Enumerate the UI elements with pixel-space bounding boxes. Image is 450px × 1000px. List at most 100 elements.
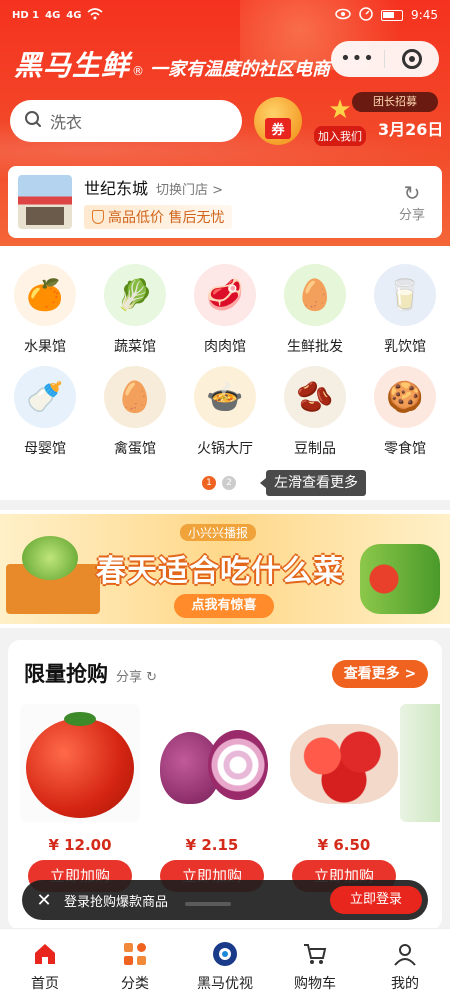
flash-sale-header: 限量抢购 分享 ↻	[24, 658, 157, 688]
product-card[interactable]: ¥ 6.50 立即加购	[284, 704, 404, 892]
view-more-button[interactable]: 查看更多 >	[332, 660, 428, 688]
banner-subtitle: 小兴兴播报	[180, 524, 257, 541]
brand-name: 黑马生鲜	[14, 49, 131, 82]
vegetables-illustration	[360, 544, 440, 614]
store-name: 世纪东城	[84, 179, 149, 198]
pager-dot-active: 1	[202, 476, 216, 490]
battery-icon	[381, 9, 404, 21]
store-tagline: 高品低价 售后无忧	[84, 205, 233, 229]
category-label: 乳饮馆	[384, 339, 426, 355]
category-item[interactable]: 🫘 豆制品	[270, 366, 360, 468]
signal-icon-2: 4G	[66, 9, 82, 21]
coupon-button[interactable]: 券	[254, 97, 302, 145]
tab-cart[interactable]: 购物车	[270, 929, 360, 1000]
product-image[interactable]	[284, 704, 404, 822]
store-info: 世纪东城 切换门店 > 高品低价 售后无忧	[84, 175, 392, 229]
category-item[interactable]: 🥛 乳饮馆	[360, 264, 450, 366]
tab-label: 分类	[121, 976, 149, 992]
bottom-tab-bar: 首页 分类 黑马优视 购物车 我的	[0, 928, 450, 1000]
tab-video[interactable]: 黑马优视	[180, 929, 270, 1000]
login-toast: ✕ 登录抢购爆款商品 立即登录	[22, 880, 428, 920]
speed-icon	[359, 6, 373, 24]
coupon-label: 券	[265, 118, 291, 139]
category-item[interactable]: 🥩 肉肉馆	[180, 264, 270, 366]
category-grid: 🍊 水果馆 🥬 蔬菜馆 🥩 肉肉馆 🥚 生鲜批发 🥛 乳饮馆 🍼 母婴馆 🥚 禽蛋馆 🍲 火锅大厅 🫘 豆制品 🍪 零…	[0, 246, 450, 468]
date-label: 3月26日	[378, 120, 444, 139]
category-item[interactable]: 🥚 生鲜批发	[270, 264, 360, 366]
flash-share-button[interactable]: 分享 ↻	[116, 666, 157, 685]
product-card[interactable]: ¥ 2.15 立即加购	[152, 704, 272, 892]
join-us-label: 加入我们	[314, 126, 366, 146]
tab-label: 黑马优视	[197, 976, 253, 992]
close-miniprogram-button[interactable]	[385, 49, 438, 69]
video-icon	[180, 939, 270, 969]
meat-icon: 🥩	[194, 264, 256, 326]
leader-recruit-button[interactable]: 团长招募	[352, 92, 438, 112]
brand-logo: 黑马生鲜 ® 一家有温度的社区电商	[14, 44, 330, 84]
product-price: ¥ 12.00	[48, 836, 112, 854]
wifi-icon	[87, 7, 103, 23]
shield-icon	[92, 210, 104, 224]
brand-slogan: 一家有温度的社区电商	[150, 59, 331, 80]
category-item[interactable]: 🥬 蔬菜馆	[90, 264, 180, 366]
more-options-button[interactable]: •••	[331, 50, 384, 68]
product-image[interactable]	[152, 704, 272, 822]
status-bar: HD 1 4G 4G 9:45	[0, 0, 450, 30]
category-item[interactable]: 🍲 火锅大厅	[180, 366, 270, 468]
category-label: 肉肉馆	[204, 339, 246, 355]
tab-home[interactable]: 首页	[0, 929, 90, 1000]
search-input[interactable]: 洗衣	[50, 109, 82, 133]
product-image[interactable]	[20, 704, 140, 822]
vegetable-icon: 🥬	[104, 264, 166, 326]
cabbage-illustration	[22, 536, 78, 580]
category-label: 水果馆	[24, 339, 66, 355]
banner-cta-button[interactable]: 点我有惊喜	[174, 594, 274, 618]
profile-icon	[360, 939, 450, 969]
pager-dot: 2	[222, 476, 236, 490]
tofu-icon: 🫘	[284, 366, 346, 428]
login-button[interactable]: 立即登录	[330, 886, 422, 914]
scroll-indicator	[185, 902, 231, 906]
tagline-text: 高品低价 售后无忧	[108, 210, 225, 226]
tab-label: 购物车	[294, 976, 336, 992]
refresh-icon: ↻	[146, 670, 158, 685]
baby-icon: 🍼	[14, 366, 76, 428]
product-card-partial[interactable]	[400, 704, 440, 822]
tab-category[interactable]: 分类	[90, 929, 180, 1000]
flash-share-label: 分享	[116, 670, 143, 685]
toast-message: 登录抢购爆款商品	[64, 894, 169, 910]
egg-icon: 🥚	[104, 366, 166, 428]
flash-sale-title: 限量抢购	[24, 662, 108, 686]
search-icon	[24, 110, 42, 132]
switch-store-link[interactable]: 切换门店 >	[156, 179, 223, 198]
miniprogram-capsule: •••	[331, 41, 439, 77]
promo-banner[interactable]: 小兴兴播报 春天适合吃什么菜 点我有惊喜	[0, 510, 450, 628]
search-bar[interactable]: 洗衣	[10, 100, 242, 142]
eggs-wholesale-icon: 🥚	[284, 264, 346, 326]
home-icon	[0, 939, 90, 969]
milk-icon: 🥛	[374, 264, 436, 326]
share-button[interactable]: ↻ 分享	[392, 182, 432, 223]
category-item[interactable]: 🍼 母婴馆	[0, 366, 90, 468]
product-card[interactable]: ¥ 12.00 立即加购	[20, 704, 140, 892]
category-item[interactable]: 🍊 水果馆	[0, 264, 90, 366]
signal-icon: 4G	[45, 9, 61, 21]
tab-label: 首页	[31, 976, 59, 992]
registered-mark: ®	[132, 64, 145, 78]
share-label: 分享	[398, 207, 425, 223]
clock: 9:45	[411, 8, 438, 22]
target-icon	[401, 49, 422, 69]
category-item[interactable]: 🍪 零食馆	[360, 366, 450, 468]
category-label: 零食馆	[384, 441, 426, 457]
category-label: 蔬菜馆	[114, 339, 156, 355]
close-icon[interactable]: ✕	[32, 890, 56, 911]
category-icon	[90, 939, 180, 969]
pager-dots: 1 2	[202, 476, 236, 490]
tab-profile[interactable]: 我的	[360, 929, 450, 1000]
share-icon: ↻	[403, 180, 421, 205]
fruit-icon: 🍊	[14, 264, 76, 326]
category-item[interactable]: 🥚 禽蛋馆	[90, 366, 180, 468]
category-label: 母婴馆	[24, 441, 66, 457]
store-card: 世纪东城 切换门店 > 高品低价 售后无忧 ↻ 分享	[8, 166, 442, 238]
hotpot-icon: 🍲	[194, 366, 256, 428]
